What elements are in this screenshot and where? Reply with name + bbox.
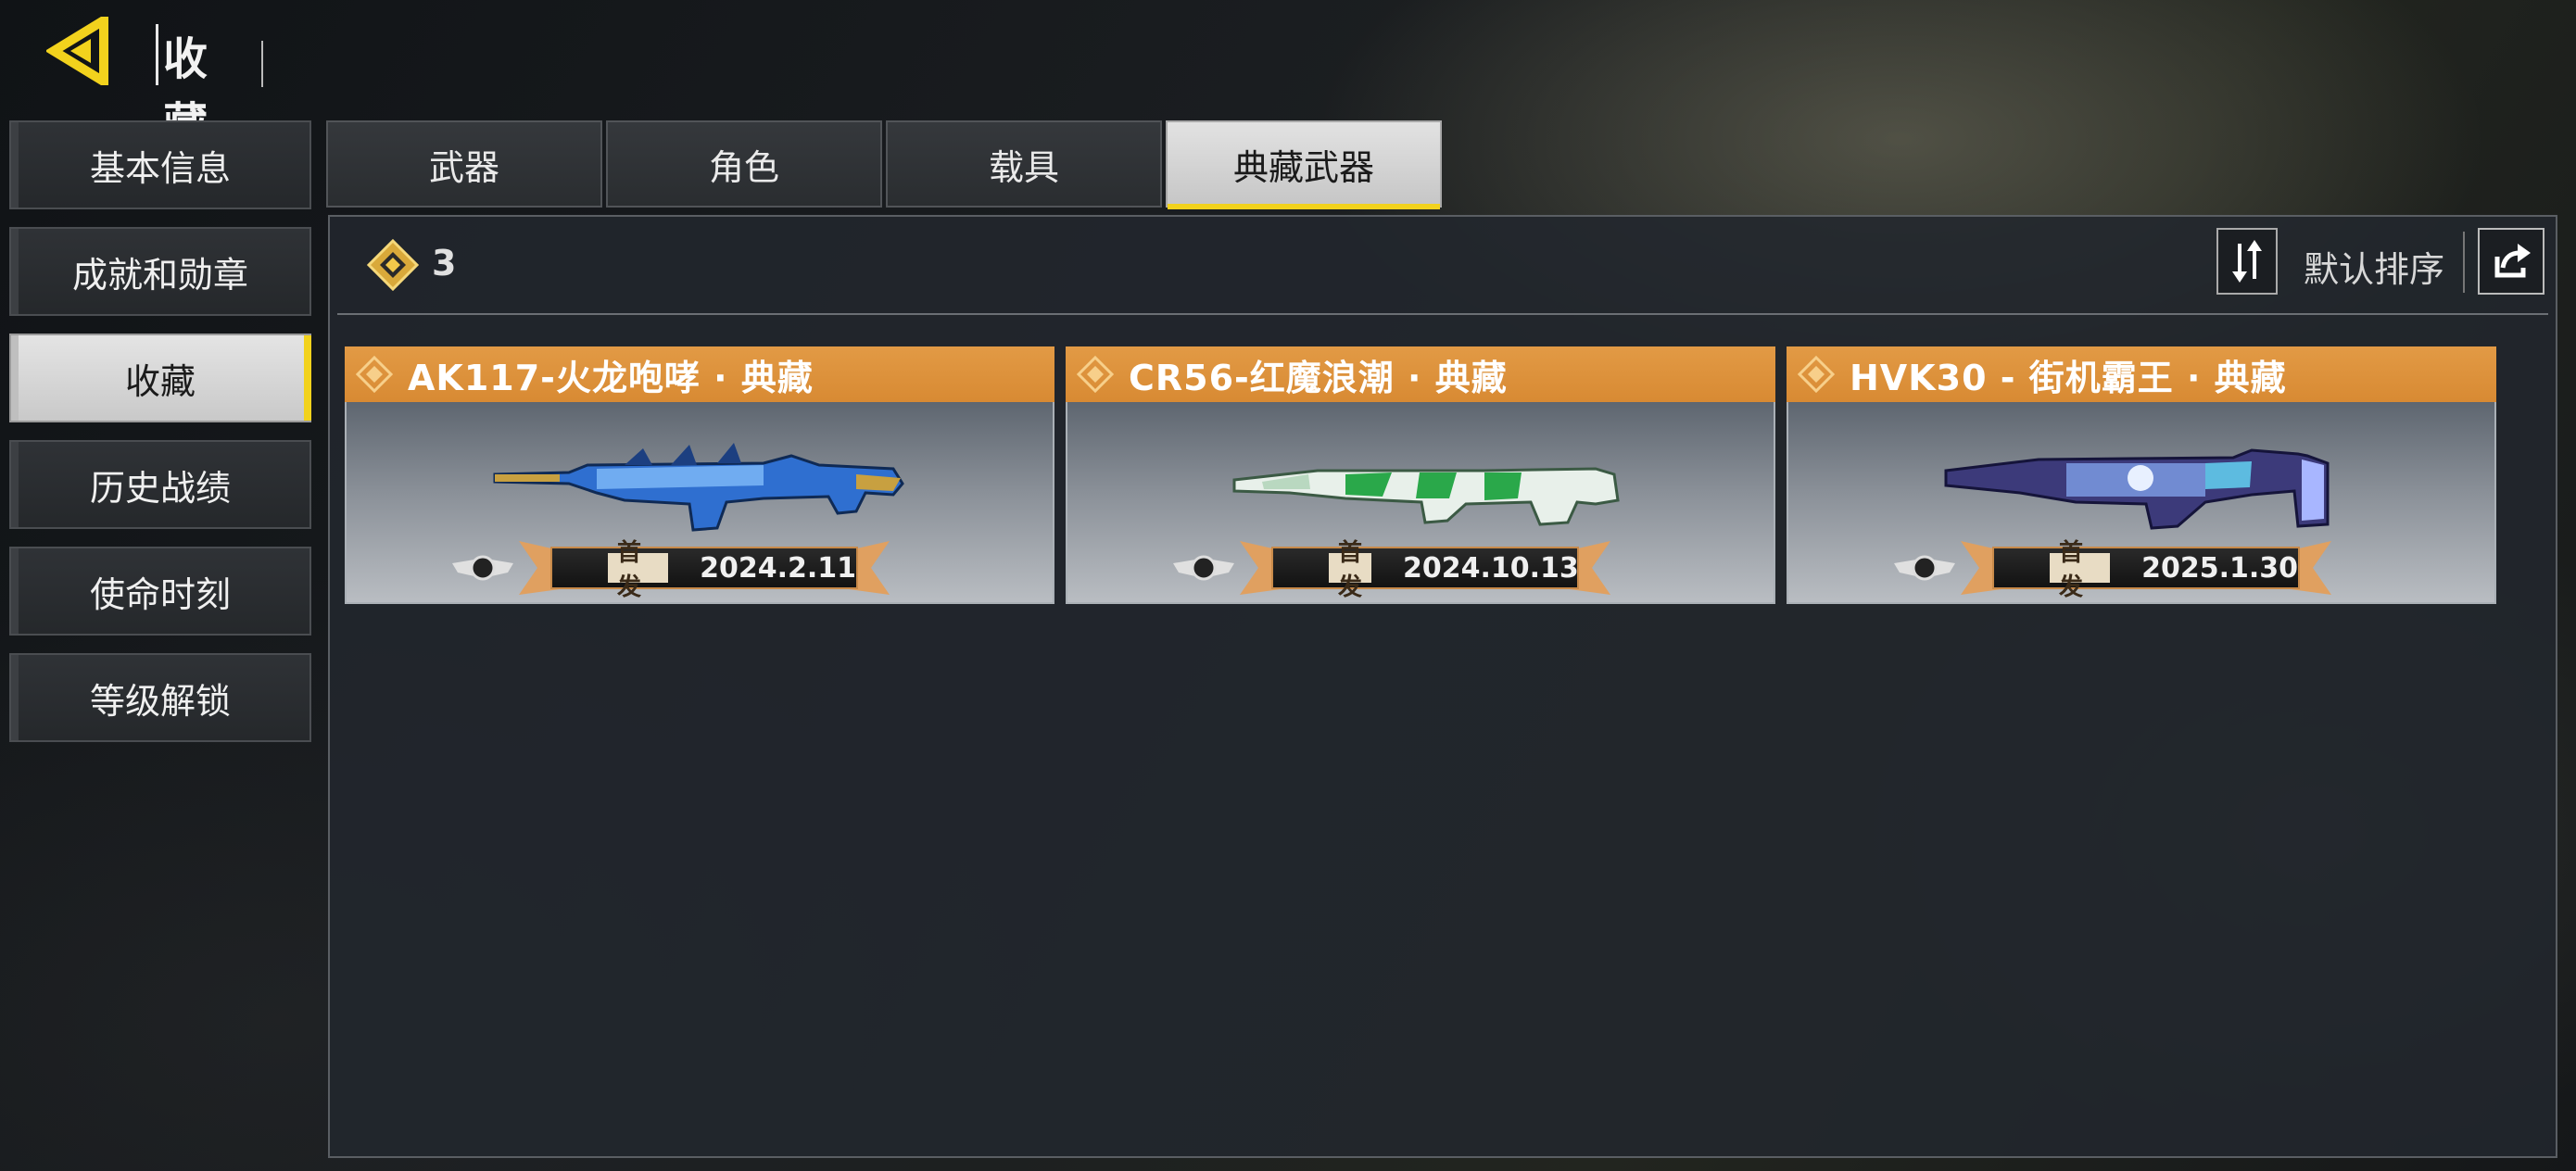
release-date: 2024.2.11 — [700, 551, 856, 585]
share-button[interactable] — [2478, 228, 2544, 295]
collection-card[interactable]: AK117-火龙咆哮 · 典藏 首发 2024.2.11 — [345, 346, 1054, 604]
sidebar-item-label: 等级解锁 — [89, 680, 231, 722]
release-tag: 首发 — [1329, 539, 1372, 601]
card-header: CR56-红魔浪潮 · 典藏 — [1066, 346, 1775, 402]
mastery-badge-icon — [1173, 555, 1234, 581]
weapon-hvk30-image — [1944, 448, 2330, 530]
card-preview: 首发 2024.2.11 — [345, 402, 1054, 604]
sidebar-item-history[interactable]: 历史战绩 — [9, 440, 311, 529]
share-icon — [2494, 244, 2531, 278]
card-header: HVK30 - 街机霸王 · 典藏 — [1787, 346, 2496, 402]
tab-vehicles[interactable]: 载具 — [886, 120, 1162, 208]
release-plate: 首发 2025.1.30 — [1961, 537, 2331, 601]
card-header: AK117-火龙咆哮 · 典藏 — [345, 346, 1054, 402]
release-tag: 首发 — [608, 539, 669, 601]
card-title: HVK30 - 街机霸王 · 典藏 — [1850, 357, 2287, 398]
toolbar-divider — [2463, 232, 2465, 293]
release-tag: 首发 — [2050, 539, 2111, 601]
category-tabs: 武器 角色 载具 典藏武器 — [326, 120, 1442, 209]
header-divider — [156, 24, 158, 85]
rarity-diamond-icon — [1798, 356, 1835, 393]
tab-label: 角色 — [708, 146, 779, 188]
collection-count: 3 — [432, 243, 457, 283]
sidebar-item-achievements[interactable]: 成就和勋章 — [9, 227, 311, 316]
release-plate: 首发 2024.2.11 — [519, 537, 890, 601]
collection-card[interactable]: HVK30 - 街机霸王 · 典藏 首发 2025.1.30 — [1787, 346, 2496, 604]
collection-panel: 3 默认排序 AK117-火龙咆哮 · 典藏 首发 2024.2.11 CR56… — [328, 215, 2557, 1158]
back-button[interactable]: 收藏 — [46, 17, 263, 150]
weapon-cr56-image — [1232, 467, 1620, 526]
sidebar-item-label: 基本信息 — [89, 147, 231, 189]
sidebar-item-duty-moments[interactable]: 使命时刻 — [9, 547, 311, 636]
sidebar-item-label: 历史战绩 — [89, 467, 231, 509]
card-preview: 首发 2025.1.30 — [1787, 402, 2496, 604]
back-arrow-icon — [46, 17, 108, 85]
weapon-ak117-image — [493, 443, 904, 532]
sidebar-item-label: 收藏 — [124, 360, 196, 402]
rarity-diamond-icon — [1077, 356, 1114, 393]
collection-card[interactable]: CR56-红魔浪潮 · 典藏 首发 2024.10.13 — [1066, 346, 1775, 604]
tab-label: 典藏武器 — [1232, 146, 1374, 188]
collection-count-icon — [367, 239, 419, 291]
sidebar-item-level-unlock[interactable]: 等级解锁 — [9, 653, 311, 742]
tab-label: 载具 — [988, 146, 1059, 188]
mastery-badge-icon — [452, 555, 513, 581]
card-title: AK117-火龙咆哮 · 典藏 — [408, 357, 814, 398]
header-divider-right — [261, 41, 263, 87]
tab-characters[interactable]: 角色 — [606, 120, 882, 208]
card-preview: 首发 2024.10.13 — [1066, 402, 1775, 604]
tab-weapons[interactable]: 武器 — [326, 120, 602, 208]
tab-legendary-weapons[interactable]: 典藏武器 — [1166, 120, 1442, 209]
sidebar-item-collection[interactable]: 收藏 — [9, 334, 311, 422]
release-date: 2024.10.13 — [1403, 551, 1579, 585]
mastery-badge-icon — [1894, 555, 1955, 581]
sidebar-item-label: 成就和勋章 — [71, 254, 248, 296]
panel-divider — [337, 313, 2548, 315]
sidebar: 基本信息 成就和勋章 收藏 历史战绩 使命时刻 等级解锁 — [9, 120, 313, 760]
tab-label: 武器 — [428, 146, 499, 188]
sidebar-item-label: 使命时刻 — [89, 573, 231, 615]
release-plate: 首发 2024.10.13 — [1240, 537, 1610, 601]
sort-toggle-button[interactable] — [2216, 228, 2278, 295]
rarity-diamond-icon — [356, 356, 393, 393]
sidebar-item-basic-info[interactable]: 基本信息 — [9, 120, 311, 209]
card-title: CR56-红魔浪潮 · 典藏 — [1129, 357, 1508, 398]
sort-swap-icon — [2232, 240, 2262, 283]
card-list: AK117-火龙咆哮 · 典藏 首发 2024.2.11 CR56-红魔浪潮 ·… — [345, 346, 2496, 604]
release-date: 2025.1.30 — [2141, 551, 2298, 585]
sort-dropdown[interactable]: 默认排序 — [2304, 241, 2444, 292]
